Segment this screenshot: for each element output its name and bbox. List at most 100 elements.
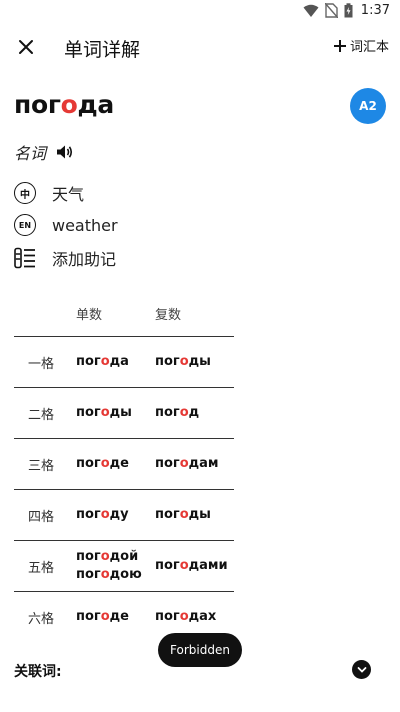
- singular-form: погоду: [76, 490, 129, 540]
- headword-stress: о: [60, 90, 78, 119]
- form-part: пог: [76, 405, 101, 420]
- word-form: погод: [155, 404, 199, 422]
- case-label: 二格: [28, 407, 55, 423]
- stressed-vowel: о: [179, 609, 189, 624]
- plural-form: погоды: [155, 490, 211, 540]
- form-part: пог: [155, 456, 180, 471]
- stressed-vowel: о: [100, 567, 110, 582]
- stressed-vowel: о: [179, 354, 189, 369]
- add-to-vocab-button[interactable]: 词汇本: [333, 36, 389, 55]
- form-part: пог: [76, 567, 101, 582]
- meaning-english-row: EN weather: [14, 214, 118, 236]
- form-part: ду: [109, 507, 129, 522]
- declension-row: 三格 погоде погодам: [14, 438, 234, 489]
- singular-form: погоды: [76, 388, 132, 438]
- declension-row: 四格 погоду погоды: [14, 489, 234, 540]
- case-label: 一格: [28, 356, 55, 372]
- part-of-speech: 名词: [14, 144, 47, 163]
- form-part: дою: [109, 567, 142, 582]
- close-button[interactable]: [13, 34, 39, 60]
- plural-form: погодам: [155, 439, 219, 489]
- headword: погода: [14, 90, 114, 119]
- plural-form: погодами: [155, 541, 228, 591]
- plural-header: 复数: [155, 308, 182, 323]
- word-form: погодами: [155, 557, 228, 575]
- form-part: пог: [155, 507, 180, 522]
- form-part: пог: [155, 405, 180, 420]
- wifi-icon: [303, 4, 319, 17]
- stressed-vowel: о: [100, 549, 110, 564]
- battery-icon: [344, 3, 353, 18]
- singular-form: погода: [76, 337, 129, 387]
- word-form: погодою: [76, 566, 142, 584]
- declension-row: 二格 погоды погод: [14, 387, 234, 438]
- meaning-chinese: 天气: [52, 185, 85, 204]
- no-sim-icon: [324, 3, 338, 18]
- page-title: 单词详解: [64, 39, 141, 61]
- expand-related-button[interactable]: [352, 660, 371, 679]
- status-bar: 1:37: [0, 0, 400, 24]
- level-badge[interactable]: A2: [350, 88, 386, 124]
- singular-form: погоде: [76, 592, 129, 642]
- form-part: де: [109, 609, 129, 624]
- meaning-chinese-row: 中 天气: [14, 181, 84, 205]
- stressed-vowel: о: [179, 558, 189, 573]
- toast-message: Forbidden: [158, 633, 242, 667]
- close-icon: [19, 40, 33, 54]
- declension-row: 五格 погодой погодою погодами: [14, 540, 234, 591]
- form-part: пог: [155, 609, 180, 624]
- stressed-vowel: о: [100, 507, 110, 522]
- status-time: 1:37: [360, 3, 390, 18]
- stressed-vowel: о: [100, 405, 110, 420]
- status-icons: 1:37: [303, 3, 390, 18]
- notes-icon: [14, 247, 35, 269]
- word-form: погоде: [76, 455, 129, 473]
- stressed-vowel: о: [100, 354, 110, 369]
- related-words-label: 关联词:: [14, 664, 62, 680]
- form-part: дах: [188, 609, 217, 624]
- form-part: ды: [188, 354, 211, 369]
- headword-suffix: да: [77, 90, 115, 119]
- case-label: 三格: [28, 458, 55, 474]
- speaker-icon[interactable]: [56, 144, 74, 160]
- word-form: погоду: [76, 506, 129, 524]
- declension-rows: 一格 погода погоды 二格 погоды погод 三格 погоде погод…: [14, 336, 234, 642]
- add-to-vocab-label: 词汇本: [349, 40, 389, 55]
- word-form: погоды: [155, 353, 211, 371]
- plural-form: погод: [155, 388, 199, 438]
- meaning-english: weather: [52, 215, 118, 235]
- word-form: погоды: [76, 404, 132, 422]
- form-part: пог: [76, 456, 101, 471]
- app-bar: 单词详解 词汇本: [0, 24, 400, 70]
- form-part: ды: [109, 405, 132, 420]
- form-part: да: [109, 354, 129, 369]
- add-mnemonic-row[interactable]: 添加助记: [14, 246, 116, 270]
- form-part: дой: [109, 549, 139, 564]
- english-icon: EN: [14, 214, 36, 236]
- form-part: пог: [155, 558, 180, 573]
- form-part: пог: [76, 507, 101, 522]
- form-part: пог: [76, 609, 101, 624]
- form-part: дам: [188, 456, 219, 471]
- form-part: д: [188, 405, 200, 420]
- word-form: погодам: [155, 455, 219, 473]
- form-part: де: [109, 456, 129, 471]
- stressed-vowel: о: [179, 507, 189, 522]
- singular-header: 单数: [76, 308, 103, 323]
- form-part: ды: [188, 507, 211, 522]
- stressed-vowel: о: [100, 609, 110, 624]
- word-form: погода: [76, 353, 129, 371]
- declension-row: 一格 погода погоды: [14, 336, 234, 387]
- case-label: 五格: [28, 560, 55, 576]
- declension-header: 单数 复数: [14, 290, 234, 336]
- stressed-vowel: о: [100, 456, 110, 471]
- case-label: 四格: [28, 509, 55, 525]
- form-part: дами: [188, 558, 228, 573]
- plural-form: погоды: [155, 337, 211, 387]
- word-form: погодой: [76, 548, 142, 566]
- part-of-speech-row: 名词: [14, 140, 74, 164]
- word-form: погоды: [155, 506, 211, 524]
- singular-form: погоде: [76, 439, 129, 489]
- headword-prefix: пог: [14, 90, 61, 119]
- form-part: пог: [76, 549, 101, 564]
